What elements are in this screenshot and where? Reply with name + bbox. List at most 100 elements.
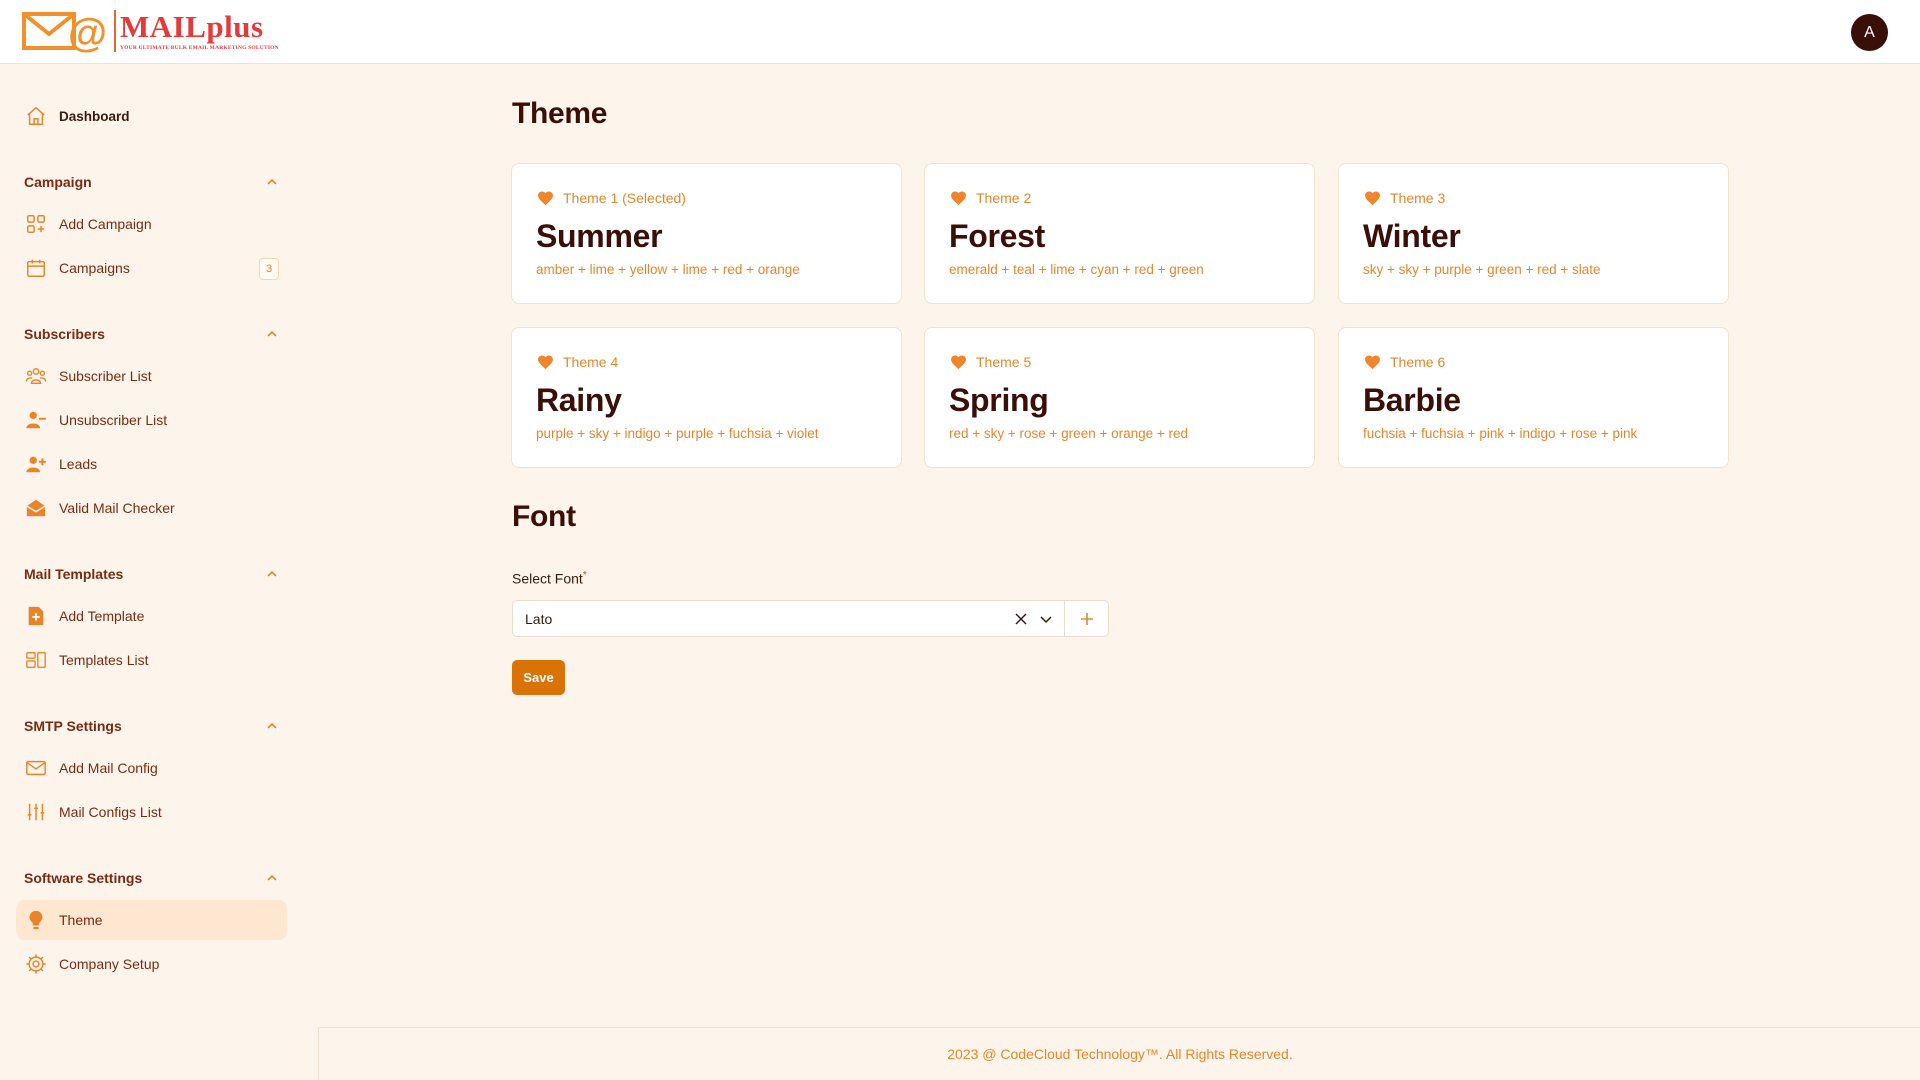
sidebar-item-label: Dashboard	[59, 108, 130, 124]
theme-name: Barbie	[1363, 382, 1461, 418]
section-title: Subscribers	[24, 326, 105, 342]
sidebar-item-unsubscriber-list[interactable]: Unsubscriber List	[16, 400, 287, 440]
required-mark: *	[582, 570, 587, 581]
top-header: @ MAILplus YOUR ULTIMATE BULK EMAIL MARK…	[0, 0, 1920, 64]
section-mail-templates[interactable]: Mail Templates	[24, 563, 279, 585]
sidebar-item-leads[interactable]: Leads	[16, 444, 287, 484]
font-select[interactable]: Lato	[512, 600, 1109, 637]
sidebar-item-valid-mail-checker[interactable]: Valid Mail Checker	[16, 488, 287, 528]
sidebar-item-label: Add Campaign	[59, 216, 152, 232]
theme-name: Forest	[949, 218, 1045, 254]
sidebar-item-label: Theme	[59, 912, 103, 928]
select-font-label: Select Font*	[512, 570, 587, 587]
heart-icon	[1365, 191, 1380, 206]
theme-tag: Theme 6	[1390, 354, 1446, 370]
heart-icon	[1365, 355, 1380, 370]
envelope-icon	[23, 755, 49, 781]
heart-icon	[538, 191, 553, 206]
home-icon	[23, 103, 49, 129]
theme-card-forest[interactable]: Theme 2 Forest emerald + teal + lime + c…	[924, 163, 1315, 304]
sidebar-item-add-template[interactable]: Add Template	[16, 596, 287, 636]
theme-colors: purple + sky + indigo + purple + fuchsia…	[536, 426, 819, 441]
theme-name: Summer	[536, 218, 663, 254]
user-minus-icon	[23, 407, 49, 433]
chevron-down-icon[interactable]	[1037, 610, 1055, 628]
sidebar-item-label: Company Setup	[59, 956, 160, 972]
theme-name: Spring	[949, 382, 1049, 418]
sidebar-item-dashboard[interactable]: Dashboard	[16, 96, 287, 136]
section-title: SMTP Settings	[24, 718, 122, 734]
section-subscribers[interactable]: Subscribers	[24, 323, 279, 345]
theme-name: Winter	[1363, 218, 1461, 254]
section-software-settings[interactable]: Software Settings	[24, 867, 279, 889]
heart-icon	[538, 355, 553, 370]
sidebar-item-theme[interactable]: Theme	[16, 900, 287, 940]
theme-card-barbie[interactable]: Theme 6 Barbie fuchsia + fuchsia + pink …	[1338, 327, 1729, 468]
app-logo[interactable]: @ MAILplus YOUR ULTIMATE BULK EMAIL MARK…	[22, 8, 279, 55]
theme-tag: Theme 4	[563, 354, 619, 370]
mail-open-icon	[23, 495, 49, 521]
heart-icon	[951, 355, 966, 370]
sidebar-item-label: Mail Configs List	[59, 804, 162, 820]
sidebar-item-company-setup[interactable]: Company Setup	[16, 944, 287, 984]
theme-colors: red + sky + rose + green + orange + red	[949, 426, 1189, 441]
user-avatar[interactable]: A	[1851, 14, 1888, 51]
sidebar-item-mail-configs-list[interactable]: Mail Configs List	[16, 792, 287, 832]
theme-card-spring[interactable]: Theme 5 Spring red + sky + rose + green …	[924, 327, 1315, 468]
clear-icon[interactable]	[1012, 610, 1030, 628]
sidebar-item-label: Campaigns	[59, 260, 130, 276]
lightbulb-icon	[23, 907, 49, 933]
sidebar-item-add-campaign[interactable]: Add Campaign	[16, 204, 287, 244]
save-button[interactable]: Save	[512, 660, 565, 695]
mail-at-logo-icon: @	[22, 8, 110, 55]
sidebar-item-label: Add Template	[59, 608, 145, 624]
font-heading: Font	[512, 500, 576, 533]
grid-plus-icon	[23, 211, 49, 237]
users-icon	[23, 363, 49, 389]
select-divider	[1064, 601, 1065, 636]
templates-icon	[23, 647, 49, 673]
sidebar-item-label: Valid Mail Checker	[59, 500, 175, 516]
chevron-up-icon	[267, 330, 277, 337]
section-campaign[interactable]: Campaign	[24, 171, 279, 193]
heart-icon	[951, 191, 966, 206]
theme-tag: Theme 3	[1390, 190, 1446, 206]
logo-name: MAILplus	[120, 9, 264, 44]
theme-colors: emerald + teal + lime + cyan + red + gre…	[949, 262, 1204, 277]
theme-tag: Theme 2	[976, 190, 1032, 206]
sidebar-item-subscriber-list[interactable]: Subscriber List	[16, 356, 287, 396]
theme-colors: sky + sky + purple + green + red + slate	[1363, 262, 1601, 277]
sidebar-item-add-mail-config[interactable]: Add Mail Config	[16, 748, 287, 788]
section-title: Mail Templates	[24, 566, 124, 582]
theme-tag: Theme 1 (Selected)	[563, 190, 686, 206]
sidebar: Dashboard Campaign Add Campaign Campaign…	[0, 64, 300, 1080]
section-smtp-settings[interactable]: SMTP Settings	[24, 715, 279, 737]
calendar-icon	[23, 255, 49, 281]
theme-card-rainy[interactable]: Theme 4 Rainy purple + sky + indigo + pu…	[511, 327, 902, 468]
sidebar-item-templates-list[interactable]: Templates List	[16, 640, 287, 680]
sidebar-item-campaigns[interactable]: Campaigns 3	[16, 248, 287, 288]
theme-colors: amber + lime + yellow + lime + red + ora…	[536, 262, 800, 277]
logo-tagline: YOUR ULTIMATE BULK EMAIL MARKETING SOLUT…	[120, 45, 279, 51]
theme-card-summer[interactable]: Theme 1 (Selected) Summer amber + lime +…	[511, 163, 902, 304]
footer: 2023 @ CodeCloud Technology™. All Rights…	[318, 1027, 1920, 1080]
theme-colors: fuchsia + fuchsia + pink + indigo + rose…	[1363, 426, 1638, 441]
theme-card-winter[interactable]: Theme 3 Winter sky + sky + purple + gree…	[1338, 163, 1729, 304]
sliders-icon	[23, 799, 49, 825]
theme-heading: Theme	[512, 97, 608, 130]
cog-icon	[23, 951, 49, 977]
sidebar-item-label: Unsubscriber List	[59, 412, 168, 428]
section-title: Campaign	[24, 174, 92, 190]
sidebar-item-label: Add Mail Config	[59, 760, 158, 776]
sidebar-item-label: Templates List	[59, 652, 149, 668]
footer-copyright: 2023 @ CodeCloud Technology™. All Rights…	[947, 1046, 1293, 1062]
sidebar-item-label: Leads	[59, 456, 98, 472]
sidebar-item-label: Subscriber List	[59, 368, 152, 384]
logo-divider	[114, 10, 116, 52]
select-font-label-text: Select Font	[512, 570, 583, 587]
user-plus-icon	[23, 451, 49, 477]
chevron-up-icon	[267, 570, 277, 577]
theme-tag: Theme 5	[976, 354, 1032, 370]
add-font-icon[interactable]	[1077, 609, 1097, 629]
chevron-up-icon	[267, 874, 277, 881]
